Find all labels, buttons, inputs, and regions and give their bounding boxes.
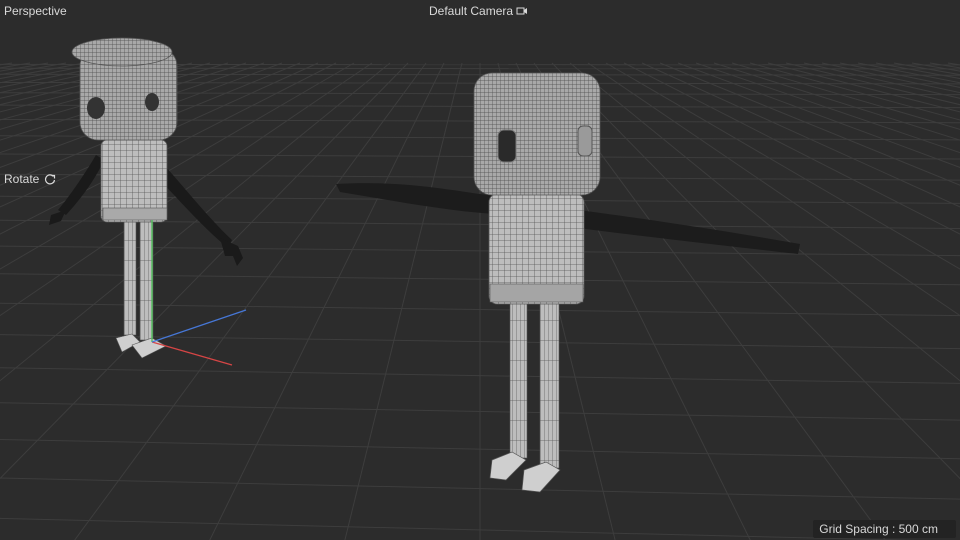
grid-line [344, 62, 463, 540]
camera-selector[interactable]: Default Camera [429, 4, 528, 18]
grid-line [623, 62, 960, 235]
grid-line [587, 62, 960, 317]
grid-line [0, 62, 49, 72]
3d-viewport[interactable]: Perspective Default Camera Rotate Grid S… [0, 0, 960, 540]
grid-line [677, 62, 960, 168]
rotate-icon[interactable] [44, 173, 56, 185]
grid-line [641, 62, 960, 208]
grid-line [785, 62, 960, 106]
grid-line [0, 62, 409, 480]
grid-line [749, 62, 960, 121]
grid-line [695, 62, 960, 154]
camera-label: Default Camera [429, 4, 514, 18]
grid-line [0, 62, 85, 80]
grid-line [767, 62, 960, 113]
grid-line [209, 62, 445, 540]
view-mode-label[interactable]: Perspective [4, 4, 67, 18]
navigation-mode[interactable]: Rotate [4, 172, 56, 186]
grid-line [911, 62, 960, 72]
grid-line [857, 62, 960, 84]
grid-line [875, 62, 960, 80]
grid-line [551, 62, 960, 480]
grid-line [713, 62, 960, 141]
grid-line [0, 62, 373, 317]
viewport-scene[interactable] [0, 0, 960, 540]
grid-line [659, 62, 960, 186]
grid-line [731, 62, 960, 130]
camera-icon[interactable] [516, 5, 528, 17]
navigation-mode-label: Rotate [4, 172, 40, 186]
grid-spacing-readout: Grid Spacing : 500 cm [813, 520, 956, 538]
grid-line [929, 62, 960, 69]
grid-line [0, 62, 31, 69]
grid-line [803, 62, 960, 99]
